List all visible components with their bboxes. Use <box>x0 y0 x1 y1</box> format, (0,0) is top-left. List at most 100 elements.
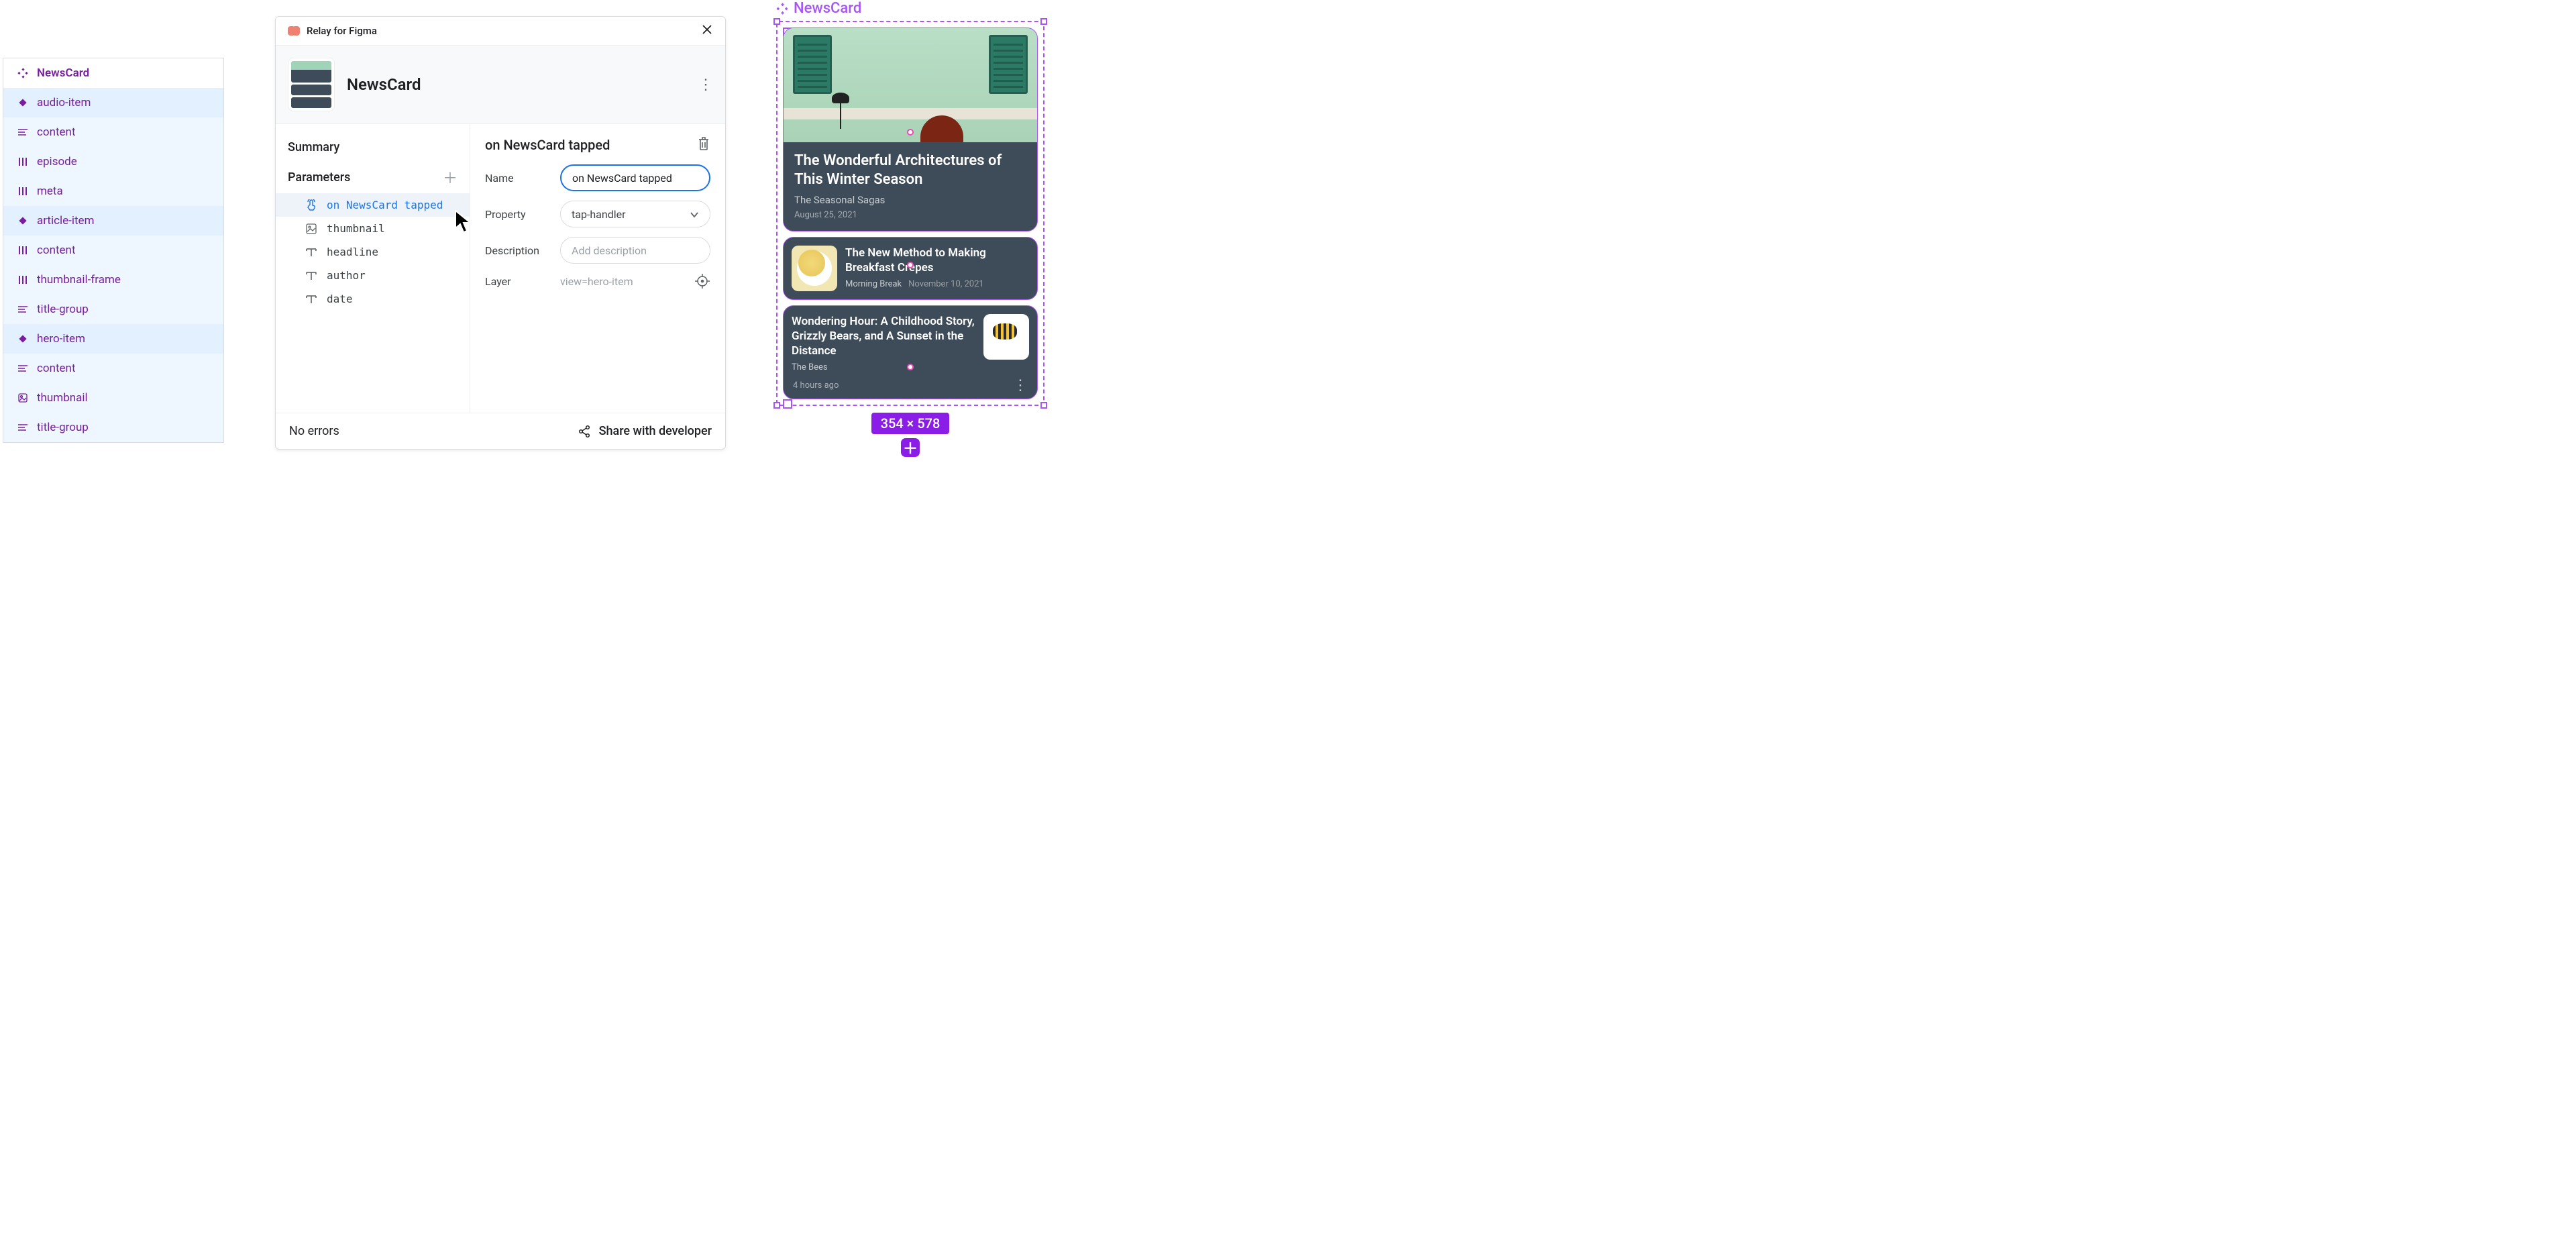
description-label: Description <box>485 244 549 257</box>
plugin-header: NewsCard ⋮ <box>276 46 725 124</box>
share-label: Share with developer <box>599 424 712 438</box>
layer-row[interactable]: content <box>3 354 223 383</box>
param-label: on NewsCard tapped <box>327 199 443 211</box>
layer-label: article-item <box>37 214 94 227</box>
layer-row[interactable]: title-group <box>3 413 223 442</box>
selection-bounds[interactable]: The Wonderful Architectures of This Wint… <box>776 21 1044 406</box>
delete-button[interactable] <box>697 136 710 154</box>
layer-row[interactable]: meta <box>3 176 223 206</box>
layer-row[interactable]: thumbnail-frame <box>3 265 223 295</box>
name-label: Name <box>485 172 549 185</box>
add-variant-button[interactable]: ＋ <box>901 438 920 457</box>
param-label: headline <box>327 246 378 258</box>
close-button[interactable] <box>701 23 713 38</box>
layer-row[interactable]: hero-item <box>3 324 223 354</box>
bars-icon <box>17 244 29 256</box>
param-label: thumbnail <box>327 222 385 235</box>
share-icon <box>578 425 591 438</box>
lines-icon <box>17 126 29 138</box>
hero-author: The Seasonal Sagas <box>794 194 1026 206</box>
param-row[interactable]: date <box>276 287 470 311</box>
param-row[interactable]: headline <box>276 240 470 264</box>
plugin-window: Relay for Figma NewsCard ⋮ Summary Param… <box>275 16 726 450</box>
param-row[interactable]: author <box>276 264 470 287</box>
text-icon <box>305 293 317 305</box>
canvas-label-text: NewsCard <box>794 0 861 17</box>
name-input[interactable]: on NewsCard tapped <box>560 164 710 191</box>
bars-icon <box>17 156 29 168</box>
image-icon <box>17 392 29 404</box>
relay-logo-icon <box>288 26 300 36</box>
name-input-value: on NewsCard tapped <box>572 172 672 185</box>
parameters-section: Parameters <box>288 170 350 185</box>
lines-icon <box>17 362 29 374</box>
article-headline: The New Method to Making Breakfast Crepe… <box>845 246 1029 275</box>
property-value: tap-handler <box>572 208 626 221</box>
layers-panel: NewsCard audio-item content episode meta… <box>3 58 224 443</box>
audio-author: The Bees <box>792 362 828 372</box>
component-icon <box>17 67 29 79</box>
param-row[interactable]: on NewsCard tapped <box>276 193 470 217</box>
add-parameter-button[interactable]: ＋ <box>443 166 458 188</box>
diamond-icon <box>17 333 29 345</box>
layer-row[interactable]: thumbnail <box>3 383 223 413</box>
detail-heading: on NewsCard tapped <box>485 137 610 153</box>
layer-row[interactable]: content <box>3 117 223 147</box>
layer-label: content <box>37 362 76 375</box>
layer-row[interactable]: title-group <box>3 295 223 324</box>
layer-row[interactable]: content <box>3 236 223 265</box>
diamond-icon <box>17 215 29 227</box>
text-icon <box>305 246 317 258</box>
hero-card[interactable]: The Wonderful Architectures of This Wint… <box>783 28 1038 231</box>
component-name: NewsCard <box>347 75 686 94</box>
dimension-badge: 354 × 578 <box>871 413 950 434</box>
plugin-title: Relay for Figma <box>307 25 377 37</box>
property-select[interactable]: tap-handler <box>560 201 710 227</box>
component-icon <box>776 3 788 15</box>
layer-label: title-group <box>37 421 89 434</box>
layer-label: audio-item <box>37 96 91 109</box>
image-icon <box>305 223 317 235</box>
layer-label: thumbnail-frame <box>37 273 121 287</box>
layer-row[interactable]: audio-item <box>3 88 223 117</box>
canvas-component-label[interactable]: NewsCard <box>776 0 1044 17</box>
layer-label: meta <box>37 185 63 198</box>
layer-value: view=hero-item <box>560 275 633 288</box>
mouse-cursor-icon <box>453 209 474 235</box>
overflow-menu-button[interactable]: ⋮ <box>698 76 713 93</box>
article-card[interactable]: The New Method to Making Breakfast Crepe… <box>783 237 1038 300</box>
component-thumbnail <box>288 58 335 111</box>
param-label: author <box>327 269 366 282</box>
diamond-icon <box>17 97 29 109</box>
tap-icon <box>305 199 317 211</box>
bars-icon <box>17 185 29 197</box>
audio-date: 4 hours ago <box>793 380 839 391</box>
param-label: date <box>327 293 353 305</box>
param-row[interactable]: thumbnail <box>276 217 470 240</box>
lines-icon <box>17 303 29 315</box>
chevron-down-icon <box>690 208 699 221</box>
layer-label: Layer <box>485 275 549 288</box>
audio-card[interactable]: Wondering Hour: A Childhood Story, Grizz… <box>783 305 1038 399</box>
audio-headline: Wondering Hour: A Childhood Story, Grizz… <box>792 314 975 358</box>
hero-date: August 25, 2021 <box>794 210 1026 220</box>
hero-image <box>784 28 1037 142</box>
share-button[interactable]: Share with developer <box>578 424 712 438</box>
target-layer-button[interactable] <box>694 273 710 289</box>
audio-thumbnail <box>983 314 1029 360</box>
summary-section[interactable]: Summary <box>276 136 470 162</box>
plugin-detail: on NewsCard tapped Name on NewsCard tapp… <box>470 124 725 413</box>
layer-label: content <box>37 244 76 257</box>
plugin-sidebar: Summary Parameters ＋ on NewsCard tapped … <box>276 124 470 413</box>
layer-label: hero-item <box>37 332 85 346</box>
layer-row[interactable]: episode <box>3 147 223 176</box>
property-label: Property <box>485 208 549 221</box>
layers-component-row[interactable]: NewsCard <box>3 58 223 88</box>
selection-dot-icon <box>907 364 914 370</box>
description-input[interactable]: Add description <box>560 237 710 264</box>
layer-row[interactable]: article-item <box>3 206 223 236</box>
bars-icon <box>17 274 29 286</box>
layer-label: thumbnail <box>37 391 88 405</box>
text-icon <box>305 270 317 282</box>
layers-component-label: NewsCard <box>37 66 89 80</box>
